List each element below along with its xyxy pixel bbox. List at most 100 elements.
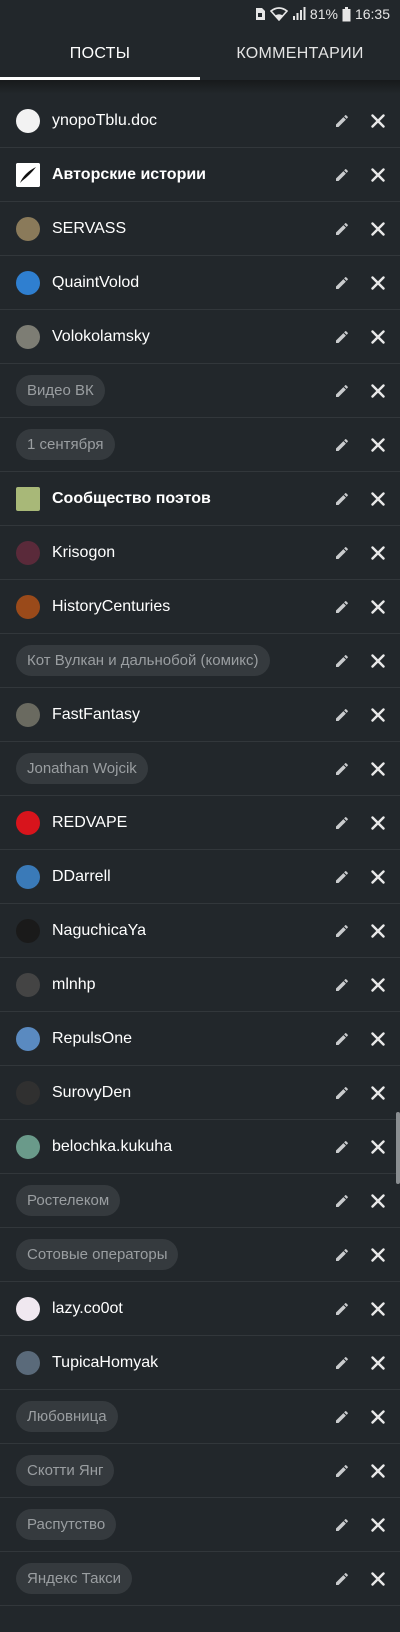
- user-name[interactable]: belochka.kukuha: [52, 1138, 172, 1156]
- close-icon[interactable]: [366, 1351, 390, 1375]
- avatar: [16, 216, 40, 241]
- edit-icon[interactable]: [330, 649, 354, 673]
- close-icon[interactable]: [366, 1297, 390, 1321]
- edit-icon[interactable]: [330, 271, 354, 295]
- edit-icon[interactable]: [330, 1027, 354, 1051]
- avatar: [16, 108, 40, 133]
- edit-icon[interactable]: [330, 1243, 354, 1267]
- edit-icon[interactable]: [330, 1351, 354, 1375]
- edit-icon[interactable]: [330, 757, 354, 781]
- close-icon[interactable]: [366, 1081, 390, 1105]
- close-icon[interactable]: [366, 109, 390, 133]
- edit-icon[interactable]: [330, 1189, 354, 1213]
- avatar: [16, 594, 40, 619]
- edit-icon[interactable]: [330, 595, 354, 619]
- tab-comments[interactable]: КОММЕНТАРИИ: [200, 28, 400, 80]
- edit-icon[interactable]: [330, 973, 354, 997]
- list-item: Распутство: [0, 1498, 400, 1552]
- user-name[interactable]: SERVASS: [52, 220, 126, 238]
- edit-icon[interactable]: [330, 1405, 354, 1429]
- tag-chip[interactable]: Сотовые операторы: [16, 1239, 179, 1270]
- user-name[interactable]: ynopoTblu.doc: [52, 112, 157, 130]
- close-icon[interactable]: [366, 1027, 390, 1051]
- scrollbar[interactable]: [396, 1112, 400, 1184]
- user-name[interactable]: TupicaHomyak: [52, 1354, 158, 1372]
- list-item: SERVASS: [0, 202, 400, 256]
- close-icon[interactable]: [366, 1567, 390, 1591]
- edit-icon[interactable]: [330, 217, 354, 241]
- edit-icon[interactable]: [330, 379, 354, 403]
- tag-chip[interactable]: Яндекс Такси: [16, 1563, 133, 1594]
- close-icon[interactable]: [366, 541, 390, 565]
- user-name[interactable]: NaguchicaYa: [52, 922, 146, 940]
- close-icon[interactable]: [366, 919, 390, 943]
- user-name[interactable]: REDVAPE: [52, 814, 127, 832]
- close-icon[interactable]: [366, 1243, 390, 1267]
- edit-icon[interactable]: [330, 865, 354, 889]
- tab-posts[interactable]: ПОСТЫ: [0, 28, 200, 80]
- list-item: Видео ВК: [0, 364, 400, 418]
- tag-chip[interactable]: Видео ВК: [16, 375, 105, 406]
- edit-icon[interactable]: [330, 919, 354, 943]
- tag-chip[interactable]: 1 сентября: [16, 429, 115, 460]
- user-name[interactable]: lazy.co0ot: [52, 1300, 123, 1318]
- user-name[interactable]: Krisogon: [52, 544, 115, 562]
- close-icon[interactable]: [366, 811, 390, 835]
- close-icon[interactable]: [366, 649, 390, 673]
- community-name[interactable]: Авторские истории: [52, 166, 206, 184]
- user-name[interactable]: SurovyDen: [52, 1084, 131, 1102]
- close-icon[interactable]: [366, 487, 390, 511]
- close-icon[interactable]: [366, 1135, 390, 1159]
- user-name[interactable]: HistoryCenturies: [52, 598, 170, 616]
- tag-chip[interactable]: Распутство: [16, 1509, 117, 1540]
- close-icon[interactable]: [366, 1405, 390, 1429]
- edit-icon[interactable]: [330, 811, 354, 835]
- close-icon[interactable]: [366, 1459, 390, 1483]
- close-icon[interactable]: [366, 595, 390, 619]
- user-name[interactable]: Volokolamsky: [52, 328, 150, 346]
- close-icon[interactable]: [366, 163, 390, 187]
- edit-icon[interactable]: [330, 1567, 354, 1591]
- list-item: Сотовые операторы: [0, 1228, 400, 1282]
- edit-icon[interactable]: [330, 1081, 354, 1105]
- edit-icon[interactable]: [330, 1135, 354, 1159]
- tag-chip[interactable]: Ростелеком: [16, 1185, 121, 1216]
- edit-icon[interactable]: [330, 487, 354, 511]
- close-icon[interactable]: [366, 271, 390, 295]
- edit-icon[interactable]: [330, 703, 354, 727]
- close-icon[interactable]: [366, 865, 390, 889]
- close-icon[interactable]: [366, 703, 390, 727]
- close-icon[interactable]: [366, 973, 390, 997]
- clock: 16:35: [354, 6, 390, 22]
- edit-icon[interactable]: [330, 1297, 354, 1321]
- tag-chip[interactable]: Кот Вулкан и дальнобой (комикс): [16, 645, 270, 676]
- close-icon[interactable]: [366, 325, 390, 349]
- edit-icon[interactable]: [330, 325, 354, 349]
- avatar: [16, 1134, 40, 1159]
- edit-icon[interactable]: [330, 1459, 354, 1483]
- list-item: Volokolamsky: [0, 310, 400, 364]
- edit-icon[interactable]: [330, 541, 354, 565]
- tag-chip[interactable]: Любовница: [16, 1401, 118, 1432]
- close-icon[interactable]: [366, 379, 390, 403]
- user-name[interactable]: FastFantasy: [52, 706, 140, 724]
- user-name[interactable]: RepulsOne: [52, 1030, 132, 1048]
- close-icon[interactable]: [366, 217, 390, 241]
- list-item: FastFantasy: [0, 688, 400, 742]
- close-icon[interactable]: [366, 433, 390, 457]
- edit-icon[interactable]: [330, 433, 354, 457]
- community-avatar: [16, 162, 40, 187]
- edit-icon[interactable]: [330, 1513, 354, 1537]
- edit-icon[interactable]: [330, 109, 354, 133]
- user-name[interactable]: QuaintVolod: [52, 274, 139, 292]
- user-name[interactable]: DDarrell: [52, 868, 111, 886]
- community-name[interactable]: Сообщество поэтов: [52, 490, 211, 508]
- edit-icon[interactable]: [330, 163, 354, 187]
- user-name[interactable]: mlnhp: [52, 976, 96, 994]
- close-icon[interactable]: [366, 1513, 390, 1537]
- close-icon[interactable]: [366, 1189, 390, 1213]
- tag-chip[interactable]: Jonathan Wojcik: [16, 753, 148, 784]
- tag-chip[interactable]: Скотти Янг: [16, 1455, 115, 1486]
- close-icon[interactable]: [366, 757, 390, 781]
- list-item: mlnhp: [0, 958, 400, 1012]
